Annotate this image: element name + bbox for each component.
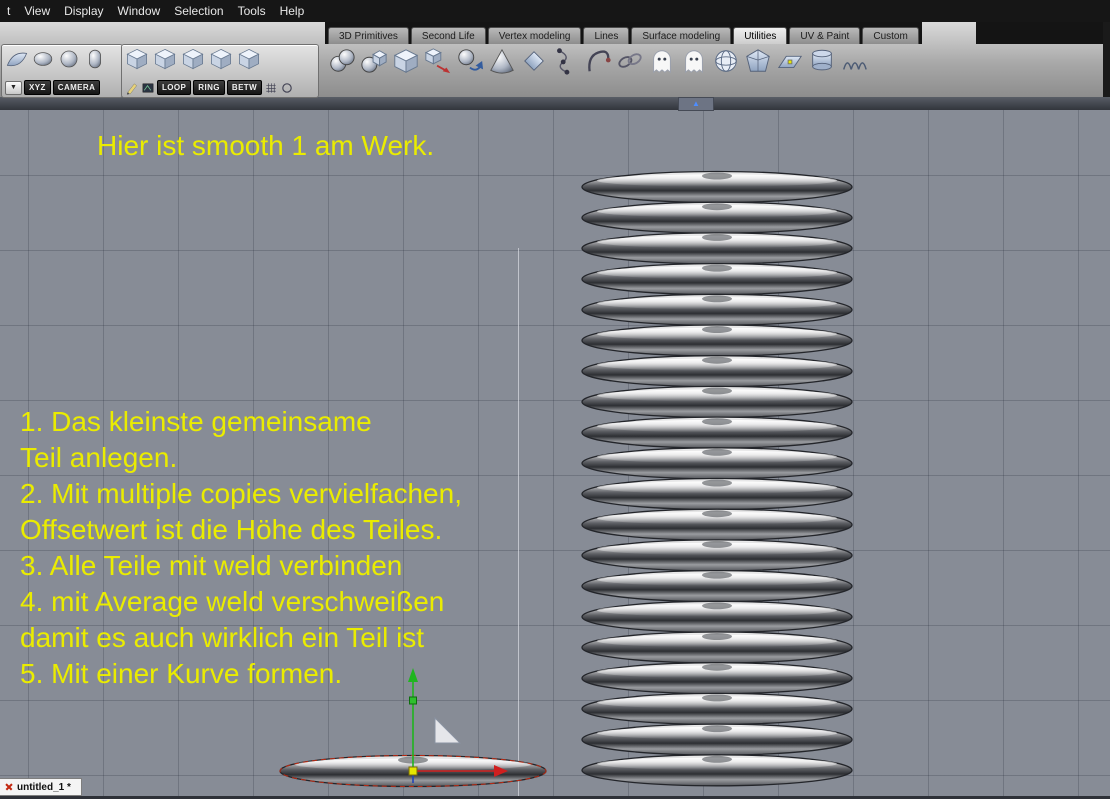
collapse-arrow-icon: ▲ (692, 99, 700, 108)
taper-icon[interactable] (518, 45, 549, 76)
chevron-down-icon[interactable]: ▼ (5, 80, 22, 95)
utilities-toolbar (326, 45, 869, 76)
toolbar-dark-edge (1103, 22, 1110, 97)
application-window: t View Display Window Selection Tools Help 3D … (0, 0, 1110, 799)
disc-tool-icon[interactable] (31, 47, 55, 71)
surface-tool-icon[interactable] (5, 47, 29, 71)
instructions: 1. Das kleinste gemeinsame Teil anlegen. 2… (20, 404, 462, 692)
tab-vertex-modeling[interactable]: Vertex modeling (487, 27, 582, 44)
instruction-line: 2. Mit multiple copies vervielfachen, (20, 478, 462, 509)
select-vertex-icon[interactable] (125, 47, 151, 71)
instruction-line: 4. mit Average weld verschweißen (20, 586, 445, 617)
toolbar-collapse-handle[interactable]: ▲ (678, 97, 714, 111)
capsule-tool-icon[interactable] (83, 47, 107, 71)
selection-panel: LOOP RING BETW (121, 44, 319, 98)
viewport[interactable]: Hier ist smooth 1 am Werk. 1. Das kleins… (0, 110, 1110, 799)
sphere-project-icon[interactable] (710, 45, 741, 76)
throw-copies-icon[interactable] (454, 45, 485, 76)
select-edge-icon[interactable] (153, 47, 179, 71)
select-all-icon[interactable] (237, 47, 263, 71)
prism-icon[interactable] (742, 45, 773, 76)
torus-stack[interactable] (577, 166, 857, 796)
menu-item-selection[interactable]: Selection (167, 0, 230, 22)
menu-bar: t View Display Window Selection Tools Help (0, 0, 1110, 22)
betw-button[interactable]: BETW (226, 80, 263, 95)
tab-lines[interactable]: Lines (583, 27, 630, 44)
instruction-line: Offsetwert ist die Höhe des Teiles. (20, 514, 443, 545)
tab-surface-modeling[interactable]: Surface modeling (631, 27, 732, 44)
instruction-line: 3. Alle Teile mit weld verbinden (20, 550, 403, 581)
view-button-row: ▼ XYZ CAMERA (5, 80, 119, 95)
multiple-copies-icon[interactable] (390, 45, 421, 76)
clone-icon[interactable] (358, 45, 389, 76)
pencil-icon[interactable] (125, 81, 139, 95)
gizmo-plane-handle[interactable] (434, 716, 462, 744)
chain-icon[interactable] (614, 45, 645, 76)
annotation-title: Hier ist smooth 1 am Werk. (97, 130, 435, 161)
cone-deform-icon[interactable] (486, 45, 517, 76)
gizmo-y-handle[interactable] (409, 696, 417, 705)
grid-icon[interactable] (264, 81, 278, 95)
tab-uv-paint[interactable]: UV & Paint (789, 27, 861, 44)
ring-select-icon[interactable] (280, 81, 294, 95)
tab-bar: 3D Primitives Second Life Vertex modeling L… (325, 22, 922, 44)
menu-item-view[interactable]: View (17, 0, 57, 22)
show-icon[interactable] (678, 45, 709, 76)
select-object-icon[interactable] (209, 47, 235, 71)
menu-item-tools[interactable]: Tools (231, 0, 273, 22)
twist-icon[interactable] (550, 45, 581, 76)
document-tab-label: untitled_1 * (17, 781, 71, 793)
instruction-line: Teil anlegen. (20, 442, 178, 473)
ring-button[interactable]: RING (193, 80, 225, 95)
toolbar-collapse-strip: ▲ (0, 97, 1110, 111)
bend-icon[interactable] (582, 45, 613, 76)
primitive-icon-row (5, 47, 119, 71)
wave-deform-icon[interactable] (838, 45, 869, 76)
document-tab[interactable]: untitled_1 * (0, 778, 82, 796)
hide-icon[interactable] (646, 45, 677, 76)
loop-button[interactable]: LOOP (157, 80, 192, 95)
sphere-tool-icon[interactable] (57, 47, 81, 71)
selection-icon-row (125, 47, 315, 71)
swatch-icon[interactable] (141, 81, 155, 95)
camera-button[interactable]: CAMERA (52, 80, 101, 95)
deformer-icon[interactable] (774, 45, 805, 76)
menu-item-t[interactable]: t (0, 0, 17, 22)
selection-button-row: LOOP RING BETW (125, 80, 315, 95)
toolbar-dark-corner (976, 22, 1110, 44)
tab-second-life[interactable]: Second Life (410, 27, 486, 44)
tab-3d-primitives[interactable]: 3D Primitives (328, 27, 409, 44)
disc-stack-icon[interactable] (806, 45, 837, 76)
instruction-line: 1. Das kleinste gemeinsame (20, 406, 372, 437)
close-document-icon[interactable] (5, 783, 13, 791)
copy-on-support-icon[interactable] (422, 45, 453, 76)
selected-torus[interactable] (268, 660, 558, 799)
tab-utilities[interactable]: Utilities (733, 27, 788, 44)
tab-custom[interactable]: Custom (862, 27, 919, 44)
xyz-button[interactable]: XYZ (24, 80, 51, 95)
menu-item-display[interactable]: Display (57, 0, 110, 22)
primitive-panel: ▼ XYZ CAMERA (1, 44, 123, 98)
gizmo-y-arrowhead[interactable] (408, 668, 418, 682)
gizmo-center-handle[interactable] (408, 766, 418, 776)
toolbar-area: 3D Primitives Second Life Vertex modeling L… (0, 22, 1110, 98)
symmetry-icon[interactable] (326, 45, 357, 76)
instruction-line: damit es auch wirklich ein Teil ist (20, 622, 425, 653)
menu-item-help[interactable]: Help (273, 0, 312, 22)
menu-item-window[interactable]: Window (111, 0, 168, 22)
select-face-icon[interactable] (181, 47, 207, 71)
